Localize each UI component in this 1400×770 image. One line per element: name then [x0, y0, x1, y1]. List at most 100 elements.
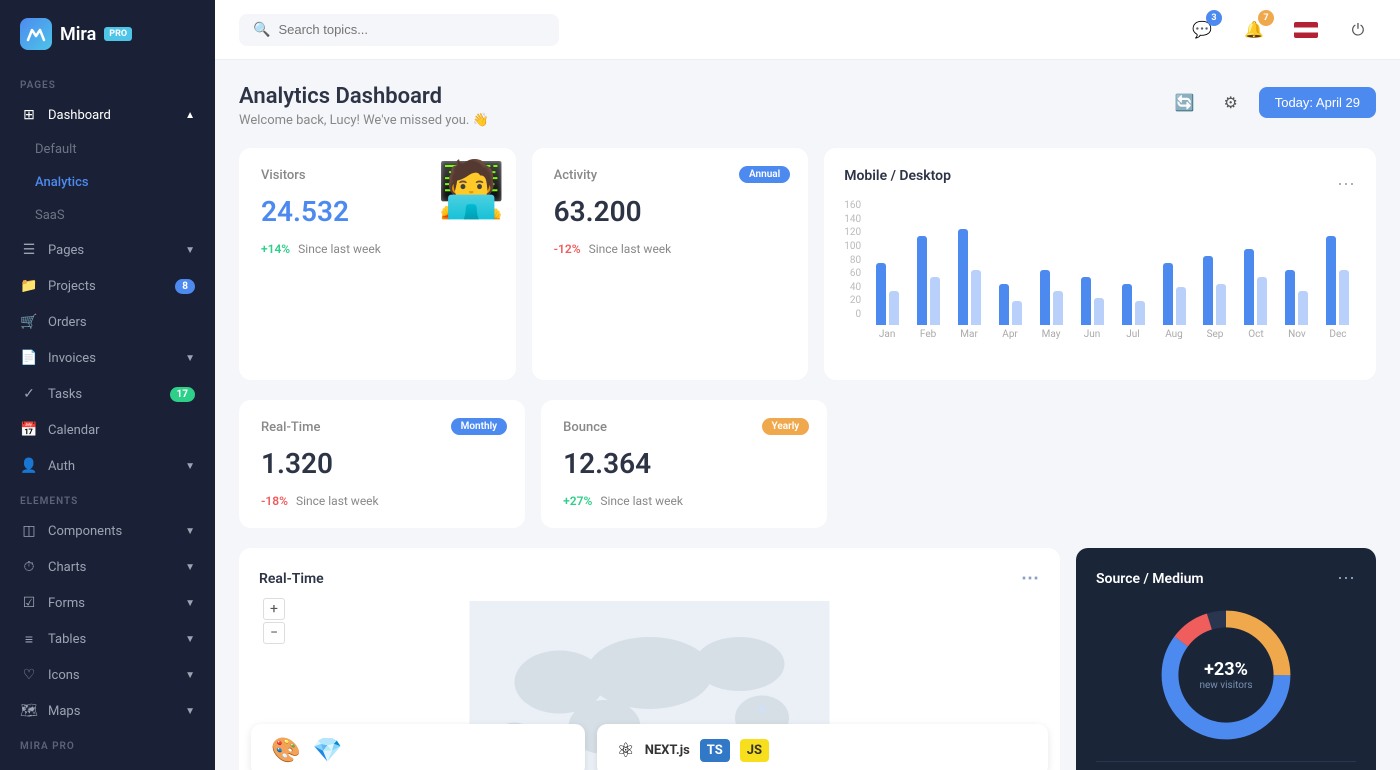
sidebar-item-tables[interactable]: ≡ Tables ▼: [0, 621, 215, 657]
bar-label-jun: Jun: [1084, 329, 1101, 340]
bar-label-jan: Jan: [879, 329, 895, 340]
map-more-icon[interactable]: ⋯: [1021, 568, 1040, 589]
bar-dark-1: [917, 236, 927, 325]
tasks-icon: ✓: [20, 385, 38, 403]
sketch-icon: 💎: [313, 736, 343, 764]
realtime-title: Real-Time: [261, 420, 320, 435]
projects-badge: 8: [175, 279, 195, 294]
bar-light-4: [1053, 291, 1063, 325]
bar-label-mar: Mar: [960, 329, 978, 340]
sidebar-item-projects[interactable]: 📁 Projects 8: [0, 268, 215, 304]
chevron-down-auth: ▼: [185, 461, 195, 472]
bar-group-feb: Feb: [910, 236, 946, 340]
bar-group-may: May: [1033, 270, 1069, 340]
bounce-card: Bounce Yearly 12.364 +27% Since last wee…: [541, 400, 827, 528]
sidebar-item-default[interactable]: Default: [0, 133, 215, 166]
charts-icon: ⏱: [20, 558, 38, 576]
visitors-change: +14%: [261, 242, 290, 256]
filter-button[interactable]: ⚙: [1213, 84, 1249, 120]
sidebar-item-pages-label: Pages: [48, 243, 84, 258]
sidebar-item-analytics-label: Analytics: [35, 175, 89, 190]
bounce-change: +27%: [563, 494, 592, 508]
bar-light-5: [1094, 298, 1104, 326]
logo-icon: [20, 18, 52, 50]
bar-light-9: [1257, 277, 1267, 325]
bounce-value: 12.364: [563, 447, 805, 480]
realtime-header: Real-Time Monthly: [261, 420, 503, 447]
source-medium-header: Source / Medium ⋯: [1096, 568, 1356, 589]
page-header-left: Analytics Dashboard Welcome back, Lucy! …: [239, 84, 489, 128]
sidebar-item-components[interactable]: ◫ Components ▼: [0, 513, 215, 549]
date-button[interactable]: Today: April 29: [1259, 87, 1376, 118]
search-box[interactable]: 🔍: [239, 14, 559, 46]
page-header: Analytics Dashboard Welcome back, Lucy! …: [239, 84, 1376, 128]
sidebar-item-charts-label: Charts: [48, 560, 86, 575]
visitors-since: Since last week: [298, 242, 381, 256]
sidebar-item-auth[interactable]: 👤 Auth ▼: [0, 448, 215, 484]
js-badge: JS: [740, 739, 769, 762]
refresh-button[interactable]: 🔄: [1167, 84, 1203, 120]
dashboard-icon: ⊞: [20, 106, 38, 124]
refresh-icon: 🔄: [1175, 93, 1195, 112]
bar-light-8: [1216, 284, 1226, 325]
map-zoom-out-button[interactable]: −: [263, 622, 285, 644]
sidebar-item-icons[interactable]: ♡ Icons ▼: [0, 657, 215, 693]
page-body: Analytics Dashboard Welcome back, Lucy! …: [215, 60, 1400, 770]
donut-center: +23% new visitors: [1199, 659, 1252, 691]
power-button[interactable]: ⏻: [1340, 12, 1376, 48]
invoices-icon: 📄: [20, 349, 38, 367]
sidebar-item-tables-label: Tables: [48, 632, 86, 647]
source-more-icon[interactable]: ⋯: [1337, 568, 1356, 589]
bar-light-7: [1176, 287, 1186, 325]
chevron-down-components: ▼: [185, 526, 195, 537]
sidebar-item-pages[interactable]: ☰ Pages ▼: [0, 232, 215, 268]
sidebar-item-forms[interactable]: ☑ Forms ▼: [0, 585, 215, 621]
sidebar-item-tasks[interactable]: ✓ Tasks 17: [0, 376, 215, 412]
stats-row-2-spacer: [843, 400, 1376, 528]
source-row-social: Social 200 +14%: [1096, 761, 1356, 770]
sidebar-item-dashboard[interactable]: ⊞ Dashboard ▲: [0, 97, 215, 133]
donut-chart: +23% new visitors: [1156, 605, 1296, 745]
bar-dark-10: [1285, 270, 1295, 325]
sidebar-item-projects-label: Projects: [48, 279, 96, 294]
bounce-since: Since last week: [600, 494, 683, 508]
bar-group-nov: Nov: [1279, 270, 1315, 340]
visitors-card: Visitors 24.532 +14% Since last week 🧑‍💻: [239, 148, 516, 380]
bar-light-2: [971, 270, 981, 325]
stats-row-2: Real-Time Monthly 1.320 -18% Since last …: [239, 400, 1376, 528]
sidebar-item-auth-label: Auth: [48, 459, 75, 474]
source-table: Social 200 +14% Search Engines 125 -12%: [1096, 761, 1356, 770]
sidebar-item-invoices[interactable]: 📄 Invoices ▼: [0, 340, 215, 376]
projects-icon: 📁: [20, 277, 38, 295]
sidebar-item-calendar[interactable]: 📅 Calendar: [0, 412, 215, 448]
search-input[interactable]: [278, 22, 545, 37]
map-zoom-in-button[interactable]: +: [263, 598, 285, 620]
bar-dark-0: [876, 263, 886, 325]
sidebar-item-analytics[interactable]: Analytics: [0, 166, 215, 199]
donut-chart-container: +23% new visitors: [1096, 605, 1356, 745]
bell-button[interactable]: 🔔 7: [1236, 12, 1272, 48]
notifications-button[interactable]: 💬 3: [1184, 12, 1220, 48]
sidebar-item-maps[interactable]: 🗺 Maps ▼: [0, 693, 215, 729]
bar-light-11: [1339, 270, 1349, 325]
bell-badge: 7: [1258, 10, 1274, 26]
bar-light-1: [930, 277, 940, 325]
pro-badge: PRO: [104, 27, 132, 41]
orders-icon: 🛒: [20, 313, 38, 331]
bar-group-jun: Jun: [1074, 277, 1110, 340]
donut-percent: +23%: [1199, 659, 1252, 680]
sidebar-item-orders[interactable]: 🛒 Orders: [0, 304, 215, 340]
bar-dark-7: [1163, 263, 1173, 325]
activity-footer: -12% Since last week: [554, 242, 787, 256]
bar-dark-11: [1326, 236, 1336, 325]
language-selector[interactable]: [1288, 12, 1324, 48]
chevron-down-maps: ▼: [185, 706, 195, 717]
activity-title: Activity: [554, 168, 598, 183]
sidebar-item-saas[interactable]: SaaS: [0, 199, 215, 232]
sidebar-item-charts[interactable]: ⏱ Charts ▼: [0, 549, 215, 585]
chart-more-icon[interactable]: ⋯: [1337, 174, 1356, 195]
sidebar-item-tasks-label: Tasks: [48, 387, 82, 402]
map-controls: + −: [263, 598, 285, 644]
bar-label-dec: Dec: [1329, 329, 1346, 340]
bar-group-dec: Dec: [1320, 236, 1356, 340]
